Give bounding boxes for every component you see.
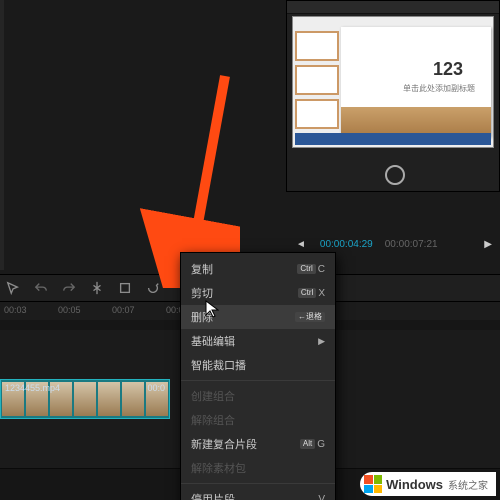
menu-copy[interactable]: 复制 CtrlC [181,257,335,281]
kbd-ctrl: Ctrl [297,264,315,274]
crop-icon[interactable] [118,281,132,295]
slide-main: 123 单击此处添加副标题 [341,27,491,137]
menu-label: 基础编辑 [191,333,235,349]
menu-smart-cut[interactable]: 智能裁口播 [181,353,335,377]
record-icon[interactable] [385,165,405,185]
rotate-icon[interactable] [146,281,160,295]
select-tool-icon[interactable] [6,281,20,295]
menu-create-group: 创建组合 [181,384,335,408]
left-panel-edge [0,0,4,270]
kbd-ctrl: Ctrl [298,288,316,298]
app-root: 123 单击此处添加副标题 ◄ 00:00:04:29 00:00:07:21 … [0,0,500,500]
slide-subtitle: 单击此处添加副标题 [403,83,475,94]
timecode-total: 00:00:07:21 [385,239,438,250]
menu-label: 删除 [191,309,213,325]
kbd-alt: Alt [300,439,315,449]
menu-deactivate[interactable]: 停用片段 V [181,487,335,500]
split-icon[interactable] [90,281,104,295]
clip-name: 1234455.mp4 [5,383,60,393]
menu-ungroup: 解除组合 [181,408,335,432]
preview-panel: 123 单击此处添加副标题 [286,0,500,192]
menu-label: 智能裁口播 [191,357,246,373]
context-menu: 复制 CtrlC 剪切 CtrlX 删除 ←退格 基础编辑 ▶ 智能裁口播 创建… [180,252,336,500]
ppt-taskbar [295,133,491,145]
preview-canvas[interactable]: 123 单击此处添加副标题 [293,17,493,147]
submenu-arrow-icon: ▶ [318,336,325,347]
menu-delete[interactable]: 删除 ←退格 [181,305,335,329]
menu-label: 停用片段 [191,491,235,500]
clip-duration: 00:0 [147,383,165,393]
watermark-suffix: 系统之家 [448,477,488,492]
menu-cut[interactable]: 剪切 CtrlX [181,281,335,305]
ruler-mark: 00:05 [58,305,81,315]
slide-thumb [295,65,339,95]
menu-basic-edit[interactable]: 基础编辑 ▶ [181,329,335,353]
prev-frame-button[interactable]: ◄ [296,239,306,250]
play-button[interactable]: ▶ [484,239,492,250]
menu-new-compound[interactable]: 新建复合片段 AltG [181,432,335,456]
watermark: Windows 系统之家 [360,472,496,496]
slide-thumb [295,31,339,61]
slide-thumbnails [295,31,335,141]
timecode-current: 00:00:04:29 [320,239,373,250]
menu-label: 剪切 [191,285,213,301]
menu-release-material: 解除素材包 [181,456,335,480]
slide-thumb [295,99,339,129]
preview-titlebar [287,1,499,14]
clip[interactable]: 1234455.mp4 00:0 [0,379,170,419]
watermark-brand: Windows [386,477,443,492]
ruler-mark: 00:07 [112,305,135,315]
menu-label: 解除组合 [191,412,235,428]
menu-separator [181,483,335,484]
undo-icon[interactable] [34,281,48,295]
menu-label: 解除素材包 [191,460,246,476]
redo-icon[interactable] [62,281,76,295]
menu-label: 创建组合 [191,388,235,404]
slide-title: 123 [433,59,463,80]
kbd-backspace: ←退格 [295,312,325,322]
menu-label: 复制 [191,261,213,277]
ruler-mark: 00:03 [4,305,27,315]
windows-logo-icon [364,475,382,493]
menu-separator [181,380,335,381]
menu-label: 新建复合片段 [191,436,257,452]
